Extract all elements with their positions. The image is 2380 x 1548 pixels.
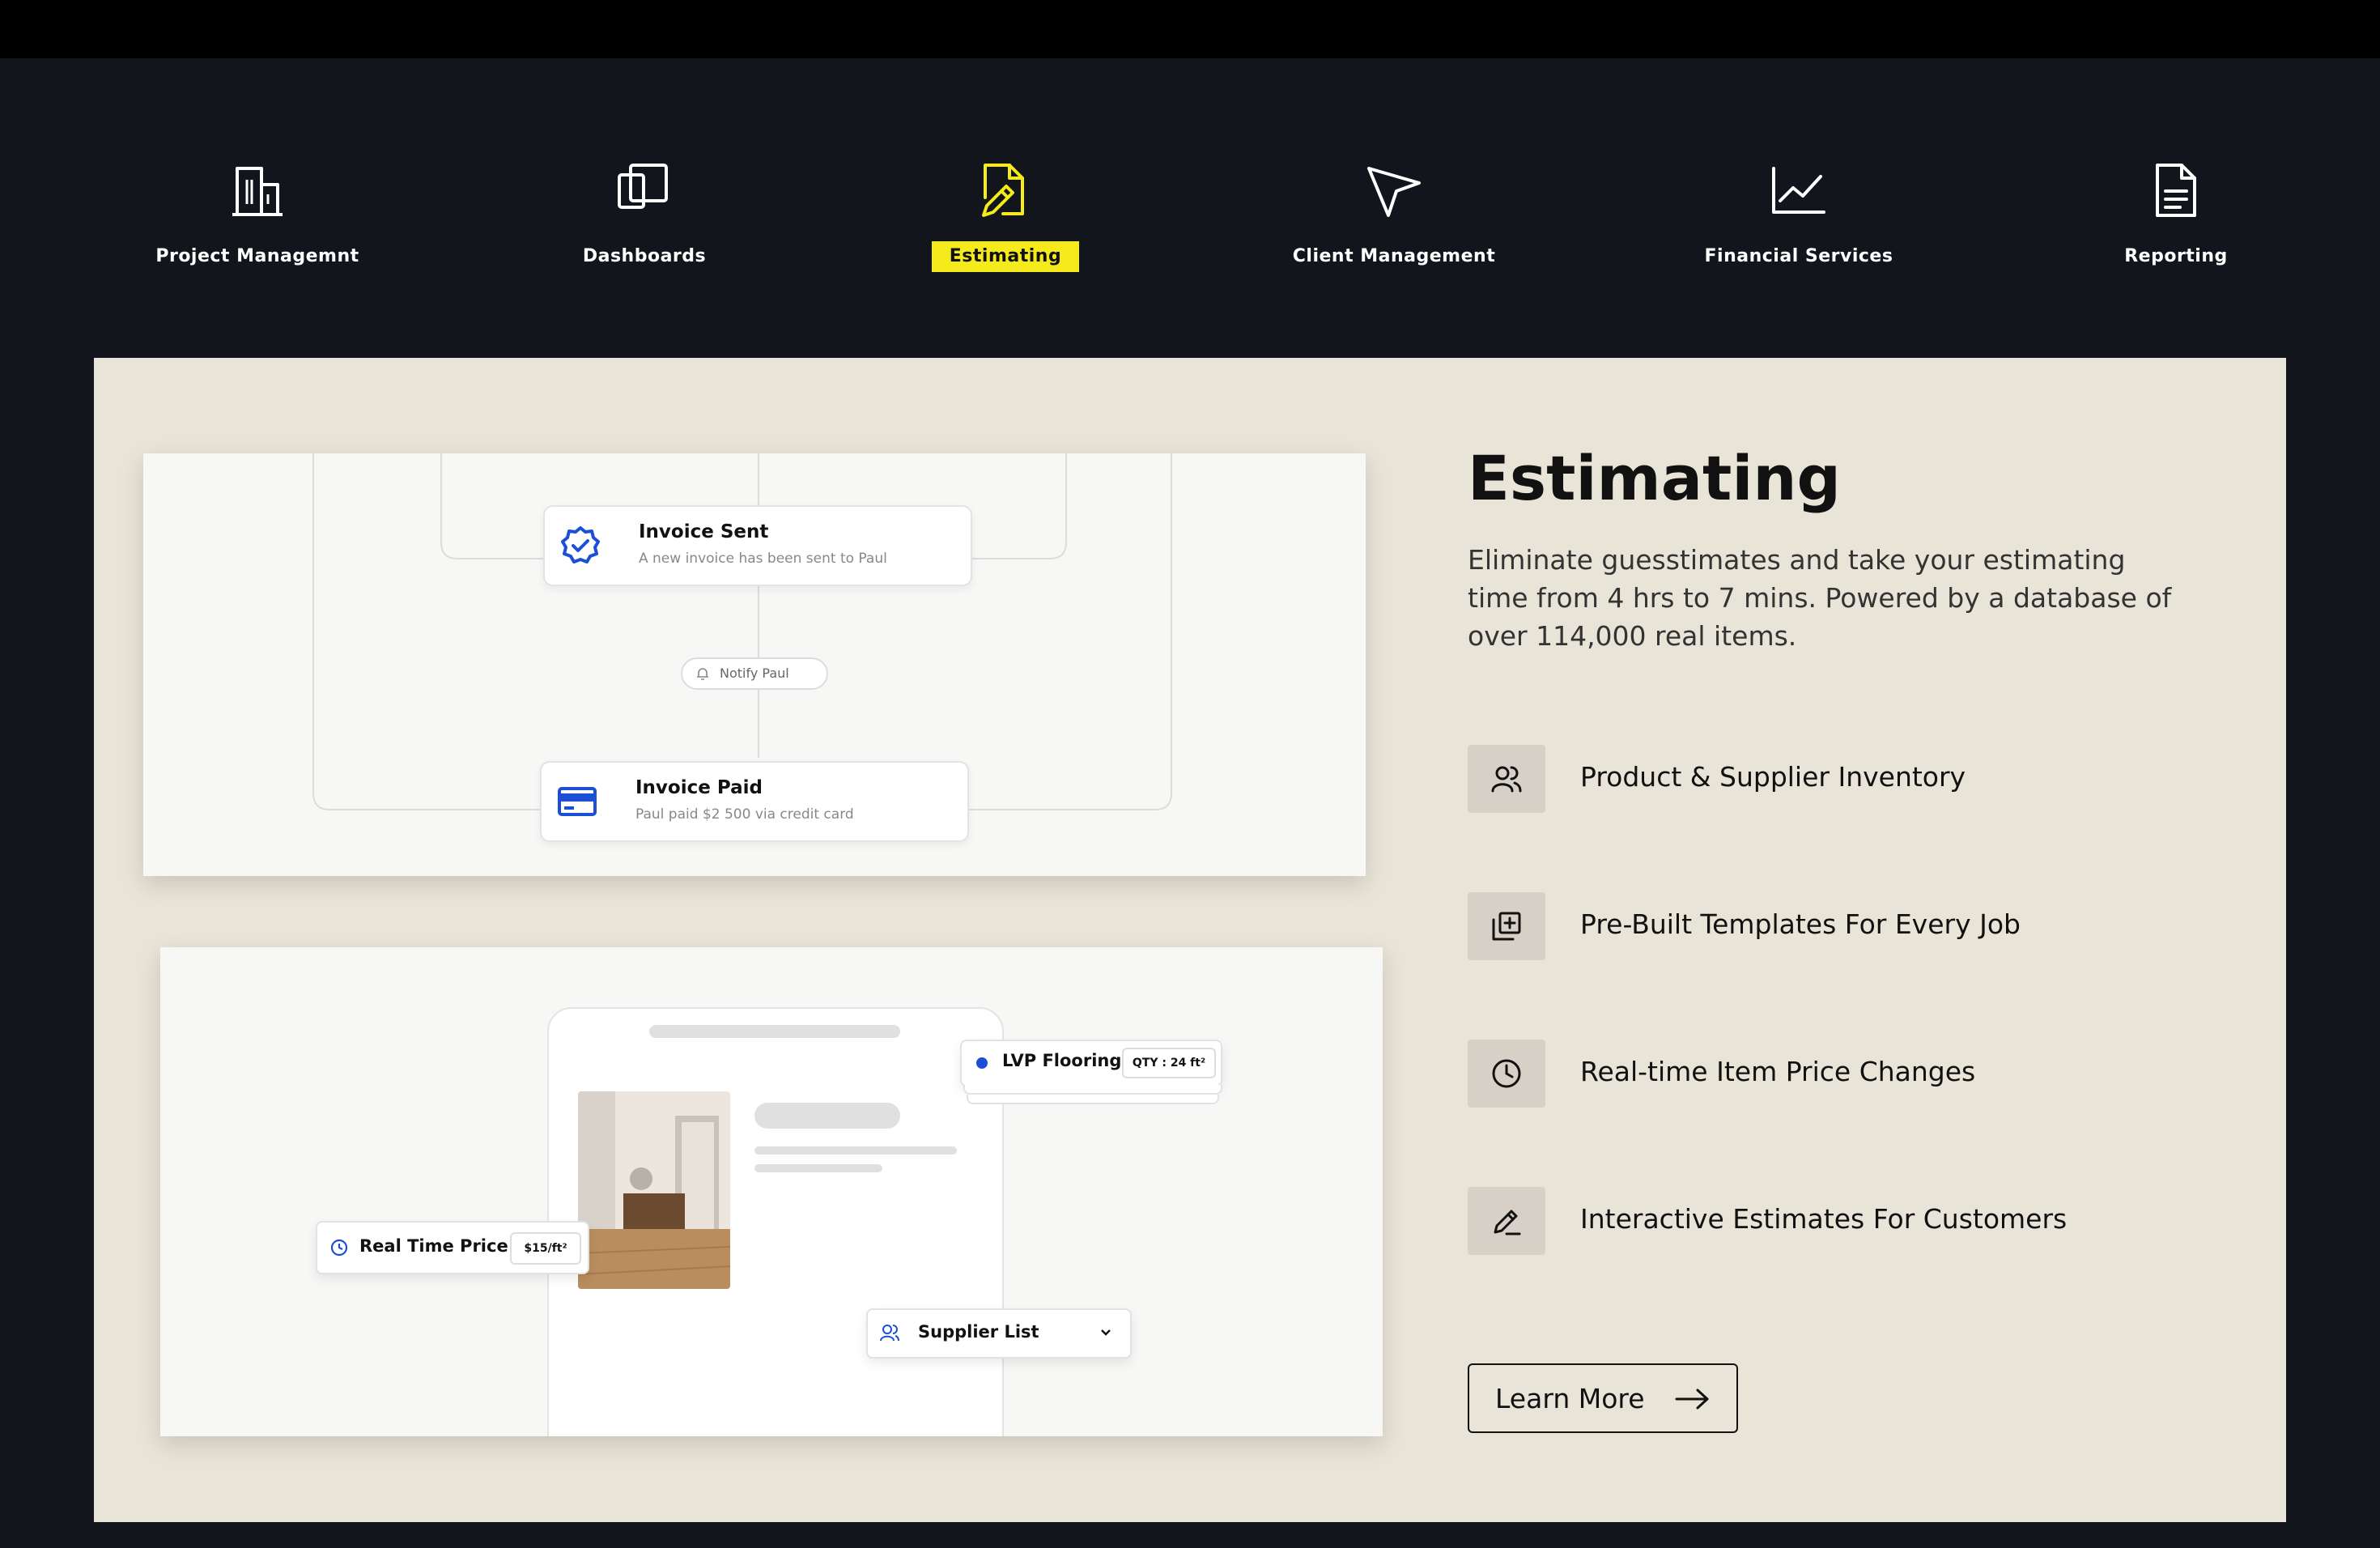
workflow-card: Invoice Sent A new invoice has been sent… <box>143 453 1366 876</box>
placeholder-bar <box>754 1103 900 1129</box>
placeholder-bar <box>649 1025 900 1038</box>
price-label: Real Time Price <box>359 1236 508 1256</box>
placeholder-bar <box>754 1164 882 1172</box>
invoice-paid-title: Invoice Paid <box>635 777 763 798</box>
feature-icon-box <box>1468 892 1545 960</box>
lvp-flooring-tag[interactable]: LVP Flooring QTY : 24 ft² <box>960 1040 1222 1087</box>
feature-icon-box <box>1468 745 1545 813</box>
feature-icon-box <box>1468 1040 1545 1108</box>
stack-layer <box>967 1095 1219 1104</box>
dashboard-icon <box>618 164 668 209</box>
feature-item-price-changes: Real-time Item Price Changes <box>1468 1040 2196 1108</box>
notify-pill[interactable]: Notify Paul <box>681 657 828 690</box>
invoice-paid-subtitle: Paul paid $2 500 via credit card <box>635 806 854 823</box>
feature-item-interactive-estimates: Interactive Estimates For Customers <box>1468 1187 2196 1255</box>
feature-label: Interactive Estimates For Customers <box>1580 1203 2068 1235</box>
top-bar <box>0 0 2380 58</box>
room-photo <box>578 1091 730 1289</box>
document-icon <box>2156 164 2196 217</box>
users-icon <box>880 1325 899 1342</box>
price-value: $15/ft² <box>510 1232 581 1265</box>
nav-item-reporting[interactable]: Reporting <box>1990 154 2362 272</box>
building-icon <box>232 167 283 216</box>
nav-label: Estimating <box>931 241 1080 272</box>
nav-label: Project Managemnt <box>155 246 359 266</box>
notify-label: Notify Paul <box>720 666 789 681</box>
feature-label: Real-time Item Price Changes <box>1580 1056 1976 1087</box>
feature-item-inventory: Product & Supplier Inventory <box>1468 745 2196 813</box>
nav-item-client-management[interactable]: Client Management <box>1208 154 1580 272</box>
feature-icon-box <box>1468 1187 1545 1255</box>
template-add-icon <box>1492 912 1521 941</box>
real-time-price-tag[interactable]: Real Time Price $15/ft² <box>316 1221 589 1274</box>
chevron-down-icon <box>1101 1329 1111 1336</box>
learn-more-label: Learn More <box>1495 1383 1645 1414</box>
lvp-qty: QTY : 24 ft² <box>1122 1048 1216 1078</box>
nav-label: Reporting <box>2124 246 2228 266</box>
estimate-mock-card: LVP Flooring QTY : 24 ft² Real Time Pric… <box>160 947 1383 1436</box>
section-heading: Estimating <box>1468 442 1841 514</box>
nav-label: Dashboards <box>582 246 707 266</box>
nav-item-project-management[interactable]: Project Managemnt <box>71 154 444 272</box>
arrow-right-icon <box>1675 1389 1709 1410</box>
invoice-paid-node[interactable]: Invoice Paid Paul paid $2 500 via credit… <box>540 761 969 842</box>
invoice-sent-node[interactable]: Invoice Sent A new invoice has been sent… <box>543 505 972 586</box>
learn-more-button[interactable]: Learn More <box>1468 1363 1738 1433</box>
nav-item-dashboards[interactable]: Dashboards <box>458 154 831 272</box>
supplier-label: Supplier List <box>918 1322 1039 1342</box>
clock-icon <box>1492 1059 1521 1088</box>
nav-label: Client Management <box>1292 246 1496 266</box>
nav-item-financial-services[interactable]: Financial Services <box>1613 154 1985 272</box>
users-icon <box>1491 766 1522 793</box>
feature-panel: Invoice Sent A new invoice has been sent… <box>94 358 2286 1522</box>
section-description: Eliminate guesstimates and take your est… <box>1468 544 2172 652</box>
verified-badge-icon <box>561 526 600 563</box>
invoice-sent-subtitle: A new invoice has been sent to Paul <box>639 551 887 567</box>
feature-item-templates: Pre-Built Templates For Every Job <box>1468 892 2196 960</box>
pencil-ruler-icon <box>982 164 1024 217</box>
feature-label: Pre-Built Templates For Every Job <box>1580 908 2021 940</box>
invoice-sent-title: Invoice Sent <box>639 521 769 542</box>
supplier-list-dropdown[interactable]: Supplier List <box>866 1308 1132 1359</box>
lvp-label: LVP Flooring <box>1002 1051 1122 1070</box>
clock-icon <box>330 1239 348 1257</box>
feature-label: Product & Supplier Inventory <box>1580 761 1966 793</box>
blue-dot-icon <box>976 1057 988 1069</box>
nav-item-estimating[interactable]: Estimating <box>819 154 1192 272</box>
credit-card-icon <box>558 787 597 816</box>
stack-layer <box>963 1085 1222 1095</box>
nav-label: Financial Services <box>1704 246 1893 266</box>
cursor-arrow-icon <box>1367 167 1421 217</box>
bell-icon <box>697 668 708 680</box>
placeholder-bar <box>754 1146 957 1155</box>
line-chart-icon <box>1772 167 1825 214</box>
edit-pencil-icon <box>1494 1210 1521 1235</box>
